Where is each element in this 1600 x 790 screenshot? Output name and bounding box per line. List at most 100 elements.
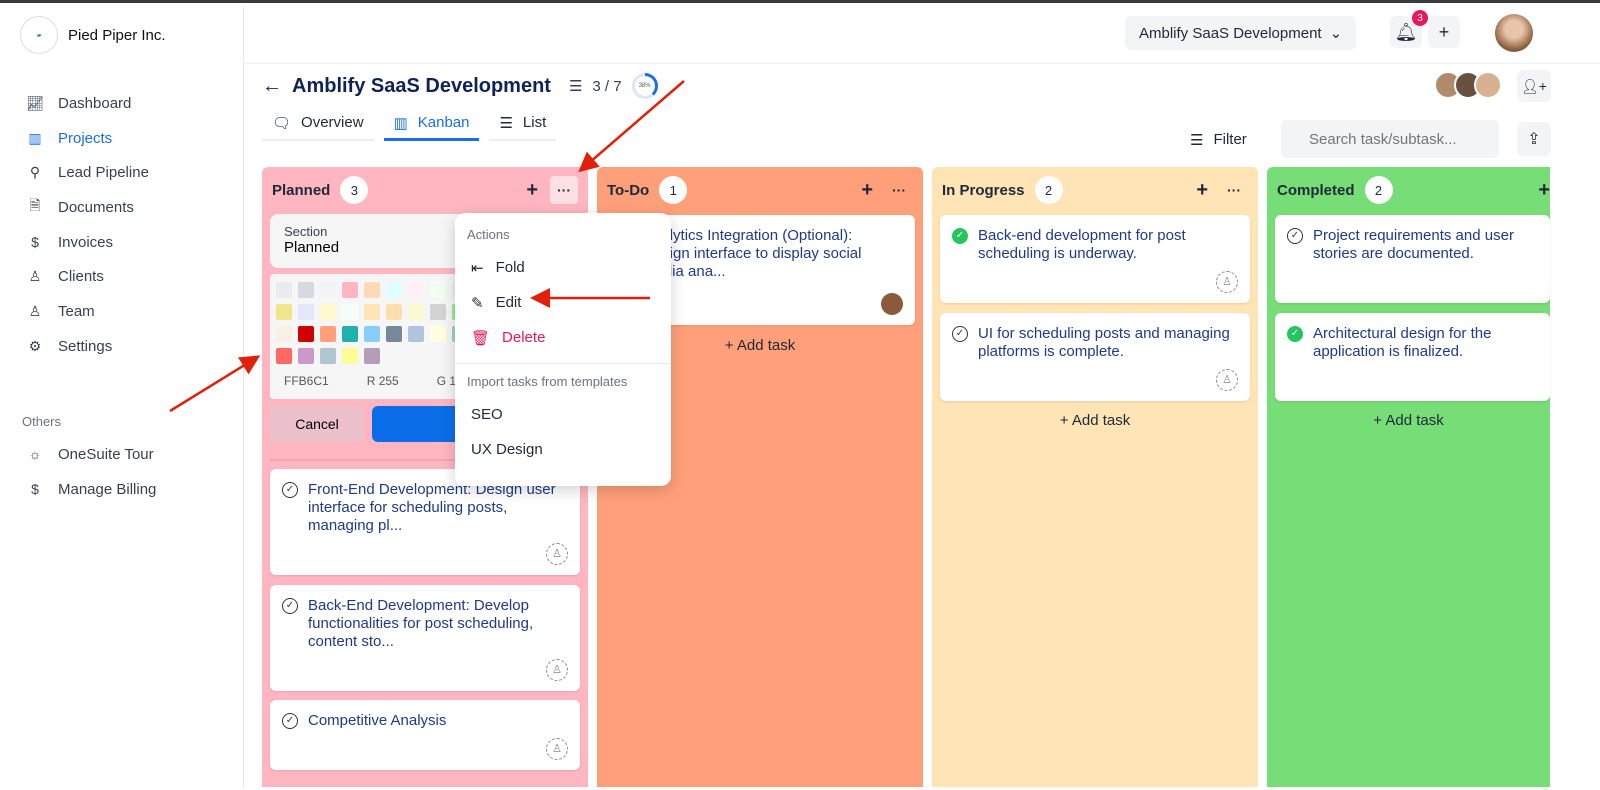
tab-overview[interactable]: 🗨︎ Overview (262, 111, 374, 141)
color-swatch[interactable] (386, 304, 402, 320)
color-swatch[interactable] (386, 326, 402, 342)
tab-list[interactable]: ☰ List (489, 111, 557, 141)
color-swatch[interactable] (342, 282, 358, 298)
menu-item-template-seo[interactable]: SEO (467, 397, 659, 432)
color-swatch[interactable] (298, 348, 314, 364)
color-swatch[interactable] (276, 282, 292, 298)
assignee-placeholder-icon[interactable]: ♙ (546, 659, 568, 681)
color-swatch[interactable] (364, 304, 380, 320)
sidebar-item-dashboard[interactable]: 📈︎ Dashboard (26, 86, 149, 121)
assignee-avatar[interactable] (881, 293, 903, 315)
color-swatch[interactable] (320, 348, 336, 364)
task-card[interactable]: ✓ Back-end development for post schedulin… (940, 215, 1250, 303)
project-selector-label: Amblify SaaS Development (1139, 24, 1322, 42)
section-name-input[interactable] (284, 239, 434, 256)
menu-item-edit[interactable]: ✎ Edit (467, 285, 659, 320)
add-task-plus-icon[interactable]: + (1538, 179, 1550, 202)
color-swatch[interactable] (276, 326, 292, 342)
color-swatch[interactable] (276, 348, 292, 364)
add-task-plus-icon[interactable]: + (1196, 179, 1208, 202)
color-swatch[interactable] (408, 304, 424, 320)
color-swatch[interactable] (364, 348, 380, 364)
task-card[interactable]: ✓ Project requirements and user stories a… (1275, 215, 1550, 303)
task-card[interactable]: ✓ Competitive Analysis ♙ (270, 700, 580, 770)
notifications-button[interactable]: 🔔︎ 3 (1390, 10, 1428, 48)
sidebar-item-projects[interactable]: ▥ Projects (26, 121, 149, 156)
menu-item-template-ux-design[interactable]: UX Design (467, 432, 659, 467)
label: Documents (58, 198, 134, 216)
progress-label: 38% (634, 76, 655, 96)
column-count: 3 (340, 176, 369, 204)
more-options-button[interactable]: ··· (1220, 176, 1248, 204)
color-swatch[interactable] (342, 348, 358, 364)
check-circle-icon[interactable]: ✓ (1287, 228, 1303, 244)
check-circle-icon[interactable]: ✓ (282, 713, 298, 729)
sidebar-item-documents[interactable]: 🗎 Documents (26, 190, 149, 225)
add-button[interactable]: + (1428, 16, 1460, 48)
r-value[interactable]: R 255 (367, 374, 399, 388)
color-swatch[interactable] (386, 282, 402, 298)
check-circle-icon[interactable]: ✓ (952, 326, 968, 342)
add-task-plus-icon[interactable]: + (861, 179, 873, 202)
task-title: Architectural design for the application… (1313, 325, 1492, 360)
color-swatch[interactable] (408, 282, 424, 298)
more-options-button[interactable]: ··· (550, 176, 578, 204)
sidebar-item-onesuite-tour[interactable]: ☼ OneSuite Tour (26, 437, 156, 472)
color-swatch[interactable] (430, 282, 446, 298)
sidebar-item-clients[interactable]: ♙ Clients (26, 259, 149, 294)
add-member-button[interactable]: 👤︎+ (1517, 70, 1551, 102)
menu-item-delete[interactable]: 🗑︎ Delete (467, 320, 659, 355)
check-circle-icon[interactable]: ✓ (282, 598, 298, 614)
filter-button[interactable]: ☰ Filter (1190, 131, 1247, 149)
check-circle-filled-icon[interactable]: ✓ (952, 228, 968, 244)
sidebar-item-invoices[interactable]: $ Invoices (26, 225, 149, 260)
check-circle-icon[interactable]: ✓ (282, 482, 298, 498)
trash-icon: 🗑︎ (471, 329, 491, 347)
add-task-plus-icon[interactable]: + (526, 179, 538, 202)
color-swatch[interactable] (320, 282, 336, 298)
export-button[interactable]: ⇪ (1517, 122, 1551, 156)
cancel-button[interactable]: Cancel (270, 406, 364, 442)
sidebar-item-team[interactable]: ♙ Team (26, 294, 149, 329)
color-swatch[interactable] (342, 326, 358, 342)
project-selector[interactable]: Amblify SaaS Development ⌄ (1125, 16, 1357, 50)
color-swatch[interactable] (342, 304, 358, 320)
sidebar-item-lead-pipeline[interactable]: ⚲ Lead Pipeline (26, 155, 149, 190)
gear-icon: ⚙ (28, 337, 42, 354)
add-task-button[interactable]: + Add task (1267, 412, 1550, 429)
color-swatch[interactable] (364, 282, 380, 298)
sidebar-item-settings[interactable]: ⚙ Settings (26, 329, 149, 364)
task-card[interactable]: ✓ UI for scheduling posts and managing pl… (940, 313, 1250, 401)
assignee-placeholder-icon[interactable]: ♙ (1216, 271, 1238, 293)
color-swatch[interactable] (430, 304, 446, 320)
person-icon: ♙ (28, 268, 42, 285)
g-value[interactable]: G 1 (437, 374, 456, 388)
color-swatch[interactable] (298, 326, 314, 342)
assignee-placeholder-icon[interactable]: ♙ (546, 738, 568, 760)
more-options-button[interactable]: ··· (885, 176, 913, 204)
color-swatch[interactable] (408, 326, 424, 342)
add-task-button[interactable]: + Add task (932, 412, 1258, 429)
check-circle-filled-icon[interactable]: ✓ (1287, 326, 1303, 342)
color-swatch[interactable] (276, 304, 292, 320)
back-arrow-icon[interactable]: ← (262, 75, 282, 98)
menu-item-fold[interactable]: ⇤ Fold (467, 250, 659, 285)
user-avatar[interactable] (1495, 14, 1533, 52)
assignee-placeholder-icon[interactable]: ♙ (1216, 369, 1238, 391)
hex-value[interactable]: FFB6C1 (284, 374, 329, 388)
search-input[interactable] (1281, 120, 1499, 158)
sidebar-item-manage-billing[interactable]: $ Manage Billing (26, 472, 156, 507)
org-brand[interactable]: ▰ Pied Piper Inc. (20, 16, 166, 54)
task-card[interactable]: ✓ Back-End Development: Develop functiona… (270, 585, 580, 691)
color-swatch[interactable] (298, 282, 314, 298)
member-avatars[interactable] (1434, 71, 1502, 99)
checklist-icon: ☰ (568, 78, 583, 95)
color-swatch[interactable] (364, 326, 380, 342)
color-swatch[interactable] (320, 304, 336, 320)
assignee-placeholder-icon[interactable]: ♙ (546, 543, 568, 565)
color-swatch[interactable] (320, 326, 336, 342)
color-swatch[interactable] (298, 304, 314, 320)
tab-kanban[interactable]: ▥ Kanban (383, 111, 480, 141)
task-card[interactable]: ✓ Architectural design for the applicatio… (1275, 313, 1550, 401)
color-swatch[interactable] (430, 326, 446, 342)
